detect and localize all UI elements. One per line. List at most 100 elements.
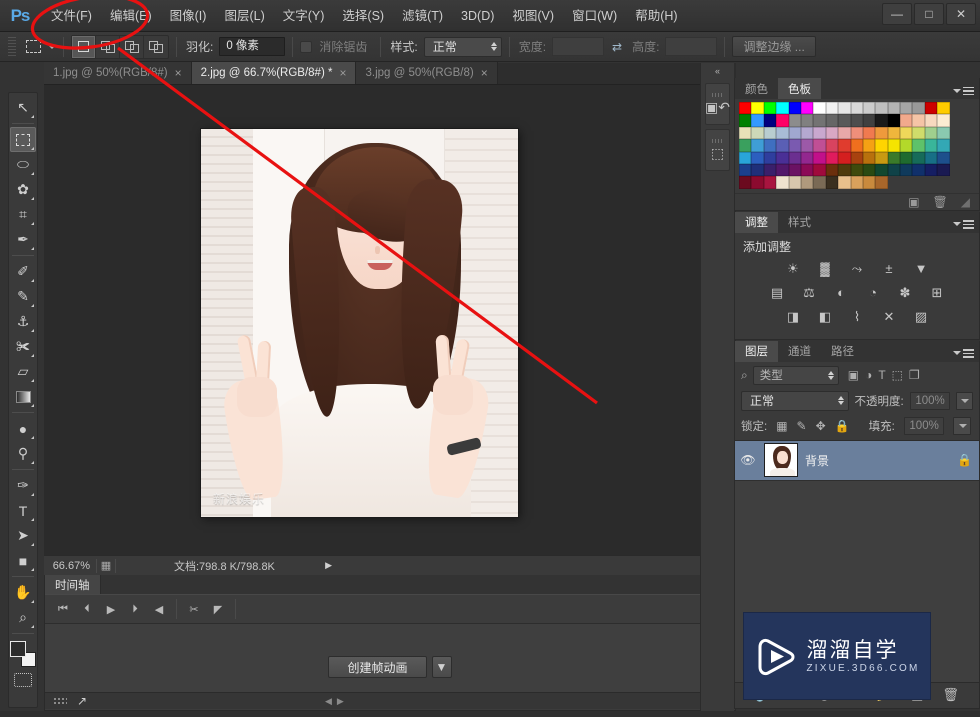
color-swatch[interactable] (924, 163, 938, 177)
lock-image-icon[interactable]: ✎ (797, 419, 807, 433)
spot-healing-brush-tool[interactable]: ✐ (10, 259, 36, 284)
color-swatch[interactable] (875, 126, 888, 140)
color-swatch[interactable] (825, 114, 839, 127)
color-swatch[interactable] (800, 163, 814, 177)
color-swatch[interactable] (800, 139, 814, 152)
type-tool[interactable]: T (10, 498, 36, 523)
minimize-button[interactable]: — (882, 3, 912, 25)
menu-item-10[interactable]: 帮助(H) (626, 4, 686, 28)
tab-通道[interactable]: 通道 (778, 340, 821, 362)
color-swatch[interactable] (875, 151, 888, 164)
color-swatch[interactable] (912, 114, 925, 127)
color-swatch[interactable] (825, 151, 839, 164)
levels-icon[interactable]: ▓ (815, 260, 835, 278)
blur-tool[interactable]: ● (10, 416, 36, 441)
color-swatch[interactable] (763, 114, 777, 127)
color-swatch[interactable] (900, 151, 913, 164)
canvas-area[interactable]: 新浪娱乐 (44, 85, 736, 555)
width-input[interactable] (552, 37, 605, 56)
layer-visibility-icon[interactable]: 👁 (739, 453, 757, 467)
status-arrow-icon[interactable]: ▶ (325, 560, 332, 571)
color-swatch[interactable] (751, 102, 764, 115)
swap-arrows-icon[interactable]: ⇄ (612, 40, 622, 54)
swatches-panel-menu-icon[interactable] (953, 86, 974, 95)
tab-路径[interactable]: 路径 (821, 340, 864, 362)
vibrance-icon[interactable]: ▼ (911, 260, 931, 278)
color-swatch[interactable] (838, 176, 851, 189)
color-swatch[interactable] (875, 176, 888, 189)
timeline-scrollbar[interactable]: ◀ ▶ (325, 696, 344, 707)
gradient-tool[interactable] (10, 384, 36, 409)
add-to-selection-button[interactable] (96, 35, 120, 58)
color-swatch[interactable] (763, 102, 777, 115)
timeline-share-icon[interactable]: ↗ (77, 694, 87, 708)
color-swatch[interactable] (776, 163, 789, 177)
color-swatch[interactable] (838, 114, 851, 127)
zoom-level-field[interactable]: 66.67% (44, 560, 96, 572)
history-brush-tool[interactable]: ✀ (10, 334, 36, 359)
color-swatch[interactable] (875, 139, 888, 152)
options-bar-grip[interactable] (8, 36, 16, 57)
color-swatch[interactable] (850, 114, 863, 127)
mini-bridge-panel-icon[interactable]: ⬚ (705, 129, 730, 171)
color-swatch[interactable] (776, 139, 789, 152)
color-swatch[interactable] (862, 151, 876, 164)
color-swatch[interactable] (887, 102, 901, 115)
foreground-background-color-swatch[interactable] (10, 641, 36, 667)
channel-mixer-icon[interactable]: ✽ (895, 284, 915, 302)
color-swatch[interactable] (937, 126, 950, 140)
layer-name[interactable]: 背景 (805, 452, 950, 469)
color-swatch[interactable] (825, 139, 839, 152)
color-swatch[interactable] (900, 102, 913, 115)
menu-item-1[interactable]: 编辑(E) (101, 4, 161, 28)
filter-smart-object-icon[interactable]: ❐ (909, 368, 920, 382)
tool-preset-chevron-down-icon[interactable] (48, 44, 56, 49)
exposure-icon[interactable]: ± (879, 260, 899, 278)
document-tab-0[interactable]: 1.jpg @ 50%(RGB/8#) × (44, 62, 192, 84)
hand-tool[interactable]: ✋ (10, 580, 36, 605)
color-swatch[interactable] (862, 139, 876, 152)
color-swatch[interactable] (912, 151, 925, 164)
menu-item-8[interactable]: 视图(V) (503, 4, 563, 28)
color-swatch[interactable] (776, 114, 789, 127)
color-swatch[interactable] (751, 151, 764, 164)
history-panel-icon[interactable]: ▣↶ (705, 83, 730, 125)
rectangular-marquee-tool[interactable] (10, 127, 36, 152)
quick-mask-toggle[interactable] (14, 673, 32, 687)
quick-selection-tool[interactable]: ✿ (10, 177, 36, 202)
color-swatch[interactable] (900, 114, 913, 127)
close-button[interactable]: ✕ (946, 3, 976, 25)
color-swatch[interactable] (937, 151, 950, 164)
color-swatch[interactable] (813, 139, 826, 152)
color-swatch[interactable] (825, 176, 839, 189)
color-swatch[interactable] (887, 163, 901, 177)
delete-layer-icon[interactable]: 🗑 (942, 687, 959, 703)
color-swatch[interactable] (838, 102, 851, 115)
expand-panels-icon[interactable]: « (701, 63, 734, 79)
color-swatch[interactable] (850, 151, 863, 164)
color-swatch[interactable] (763, 126, 777, 140)
color-swatch[interactable] (924, 139, 938, 152)
black-white-icon[interactable]: ◐ (831, 284, 851, 302)
color-swatch[interactable] (800, 126, 814, 140)
color-swatch[interactable] (912, 126, 925, 140)
color-swatch[interactable] (838, 151, 851, 164)
crop-tool[interactable]: ⌗ (10, 202, 36, 227)
document-canvas[interactable]: 新浪娱乐 (201, 129, 518, 517)
tab-色板[interactable]: 色板 (778, 78, 821, 99)
color-swatch[interactable] (751, 176, 764, 189)
color-swatch[interactable] (937, 114, 950, 127)
selective-color-icon[interactable]: ▨ (911, 308, 931, 326)
color-swatch[interactable] (862, 126, 876, 140)
color-swatch[interactable] (739, 114, 752, 127)
play-button[interactable]: ▶ (99, 597, 123, 621)
lasso-tool[interactable]: ⬭ (10, 152, 36, 177)
fill-value[interactable]: 100% (903, 416, 944, 435)
transition-button[interactable]: ◤ (206, 597, 230, 621)
color-swatch[interactable] (776, 126, 789, 140)
invert-icon[interactable]: ◨ (783, 308, 803, 326)
color-swatch[interactable] (788, 163, 801, 177)
color-swatch[interactable] (739, 151, 752, 164)
blend-mode-select[interactable]: 正常 (741, 390, 849, 411)
color-swatch[interactable] (788, 102, 801, 115)
